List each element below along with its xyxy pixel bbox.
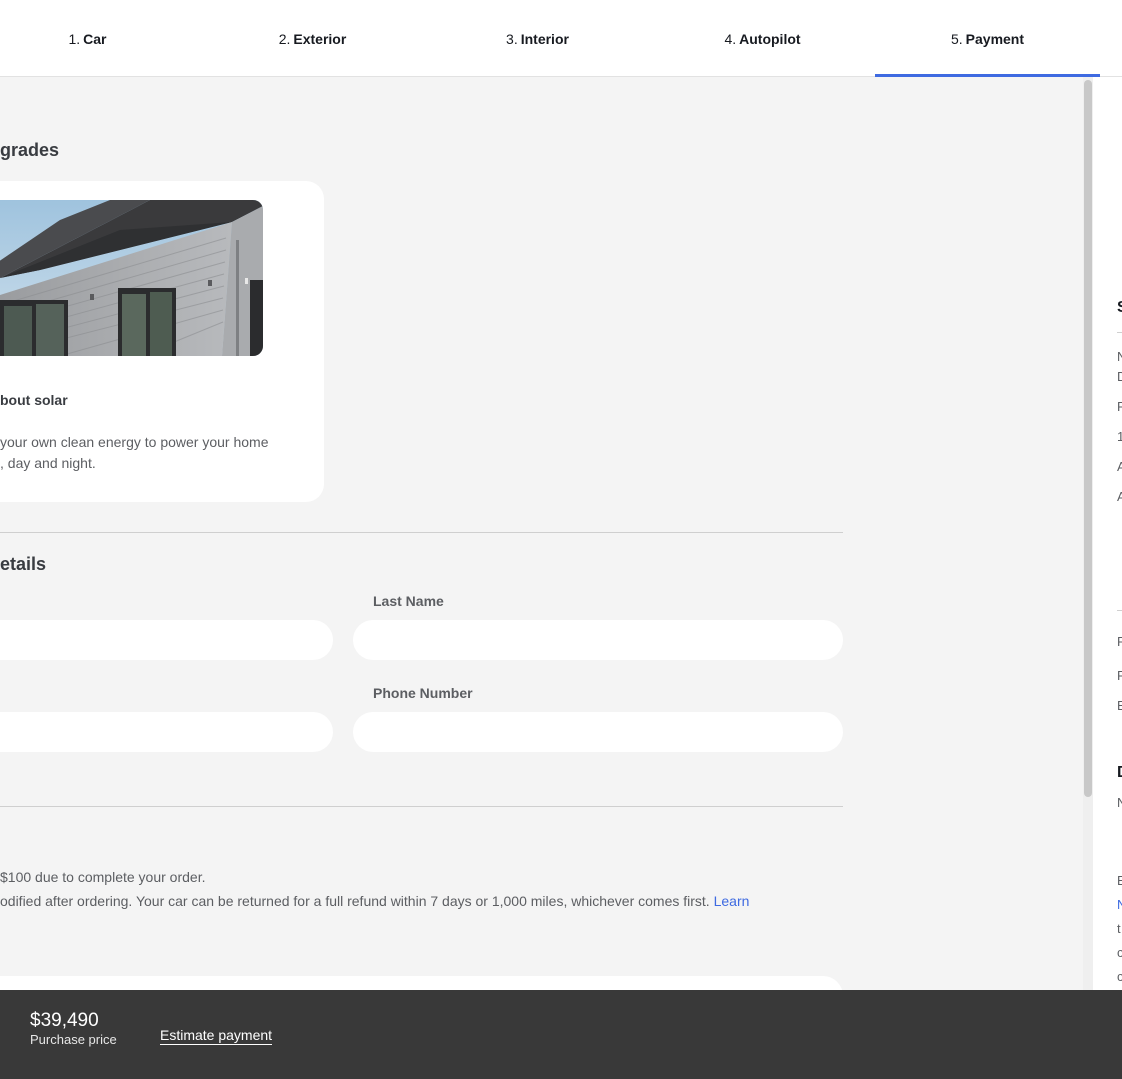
summary-fragment: E xyxy=(1117,698,1122,713)
purchase-price-value: $39,490 xyxy=(30,1010,99,1031)
scrollbar-thumb[interactable] xyxy=(1084,80,1092,797)
order-summary-sidebar: S N D P 1 A A P P E D N E N t c c xyxy=(1093,77,1122,990)
step-label: Exterior xyxy=(293,30,347,47)
first-name-input[interactable] xyxy=(0,620,333,660)
summary-fragment: E xyxy=(1117,873,1122,888)
phone-number-label: Phone Number xyxy=(373,685,473,701)
price-bar: $39,490 Purchase price Estimate payment xyxy=(0,990,1122,1079)
email-input[interactable] xyxy=(0,712,333,752)
summary-fragment: c xyxy=(1117,969,1122,984)
step-label: Car xyxy=(83,30,107,47)
step-navigation: 1. Car 2. Exterior 3. Interior 4. Autopi… xyxy=(0,0,1122,78)
step-label: Interior xyxy=(520,30,569,47)
refund-policy-text: odified after ordering. Your car can be … xyxy=(0,893,749,909)
summary-fragment: N xyxy=(1117,795,1122,810)
step-exterior[interactable]: 2. Exterior xyxy=(200,0,425,77)
summary-fragment: D xyxy=(1117,369,1122,384)
summary-fragment: 1 xyxy=(1117,429,1122,444)
refund-policy-body: odified after ordering. Your car can be … xyxy=(0,893,710,909)
step-label: Autopilot xyxy=(739,30,801,47)
summary-fragment: P xyxy=(1117,634,1122,649)
summary-fragment[interactable]: N xyxy=(1117,897,1122,912)
step-interior[interactable]: 3. Interior xyxy=(425,0,650,77)
estimate-payment-link[interactable]: Estimate payment xyxy=(160,1027,273,1045)
section-divider xyxy=(0,806,843,807)
last-name-input[interactable] xyxy=(353,620,843,660)
step-number: 2. xyxy=(278,30,291,47)
summary-fragment: c xyxy=(1117,945,1122,960)
summary-fragment: A xyxy=(1117,489,1122,504)
summary-fragment: D xyxy=(1117,764,1122,782)
solar-card-line: your own clean energy to power your home xyxy=(0,434,269,450)
purchase-price-label: Purchase price xyxy=(30,1032,117,1047)
phone-number-input[interactable] xyxy=(353,712,843,752)
solar-card-line: , day and night. xyxy=(0,455,96,471)
learn-more-link[interactable]: Learn xyxy=(714,893,750,909)
step-autopilot[interactable]: 4. Autopilot xyxy=(650,0,875,77)
summary-fragment: P xyxy=(1117,399,1122,414)
step-label: Payment xyxy=(965,30,1025,47)
main-content[interactable]: grades bout solar your own clean energy … xyxy=(0,77,1083,990)
solar-house-image xyxy=(0,200,263,356)
last-name-label: Last Name xyxy=(373,593,444,609)
details-section-title: etails xyxy=(0,554,47,574)
order-due-text: $100 due to complete your order. xyxy=(0,869,206,885)
summary-fragment: S xyxy=(1117,299,1122,317)
summary-fragment: P xyxy=(1117,668,1122,683)
summary-fragment: A xyxy=(1117,459,1122,474)
solar-card-heading: bout solar xyxy=(0,392,68,408)
solar-card-description: your own clean energy to power your home… xyxy=(0,432,300,474)
step-number: 1. xyxy=(68,30,81,47)
step-payment[interactable]: 5. Payment xyxy=(875,0,1100,78)
solar-upgrade-card[interactable]: bout solar your own clean energy to powe… xyxy=(0,181,324,502)
step-car[interactable]: 1. Car xyxy=(0,0,200,77)
step-number: 4. xyxy=(724,30,737,47)
section-divider xyxy=(0,532,843,533)
summary-fragment: t xyxy=(1117,921,1121,936)
payment-form-card xyxy=(0,976,843,990)
step-number: 5. xyxy=(950,30,963,47)
summary-fragment: N xyxy=(1117,349,1122,364)
upgrades-section-title: grades xyxy=(0,140,60,160)
summary-divider xyxy=(1117,610,1122,611)
summary-divider xyxy=(1117,332,1122,333)
step-number: 3. xyxy=(506,30,518,47)
